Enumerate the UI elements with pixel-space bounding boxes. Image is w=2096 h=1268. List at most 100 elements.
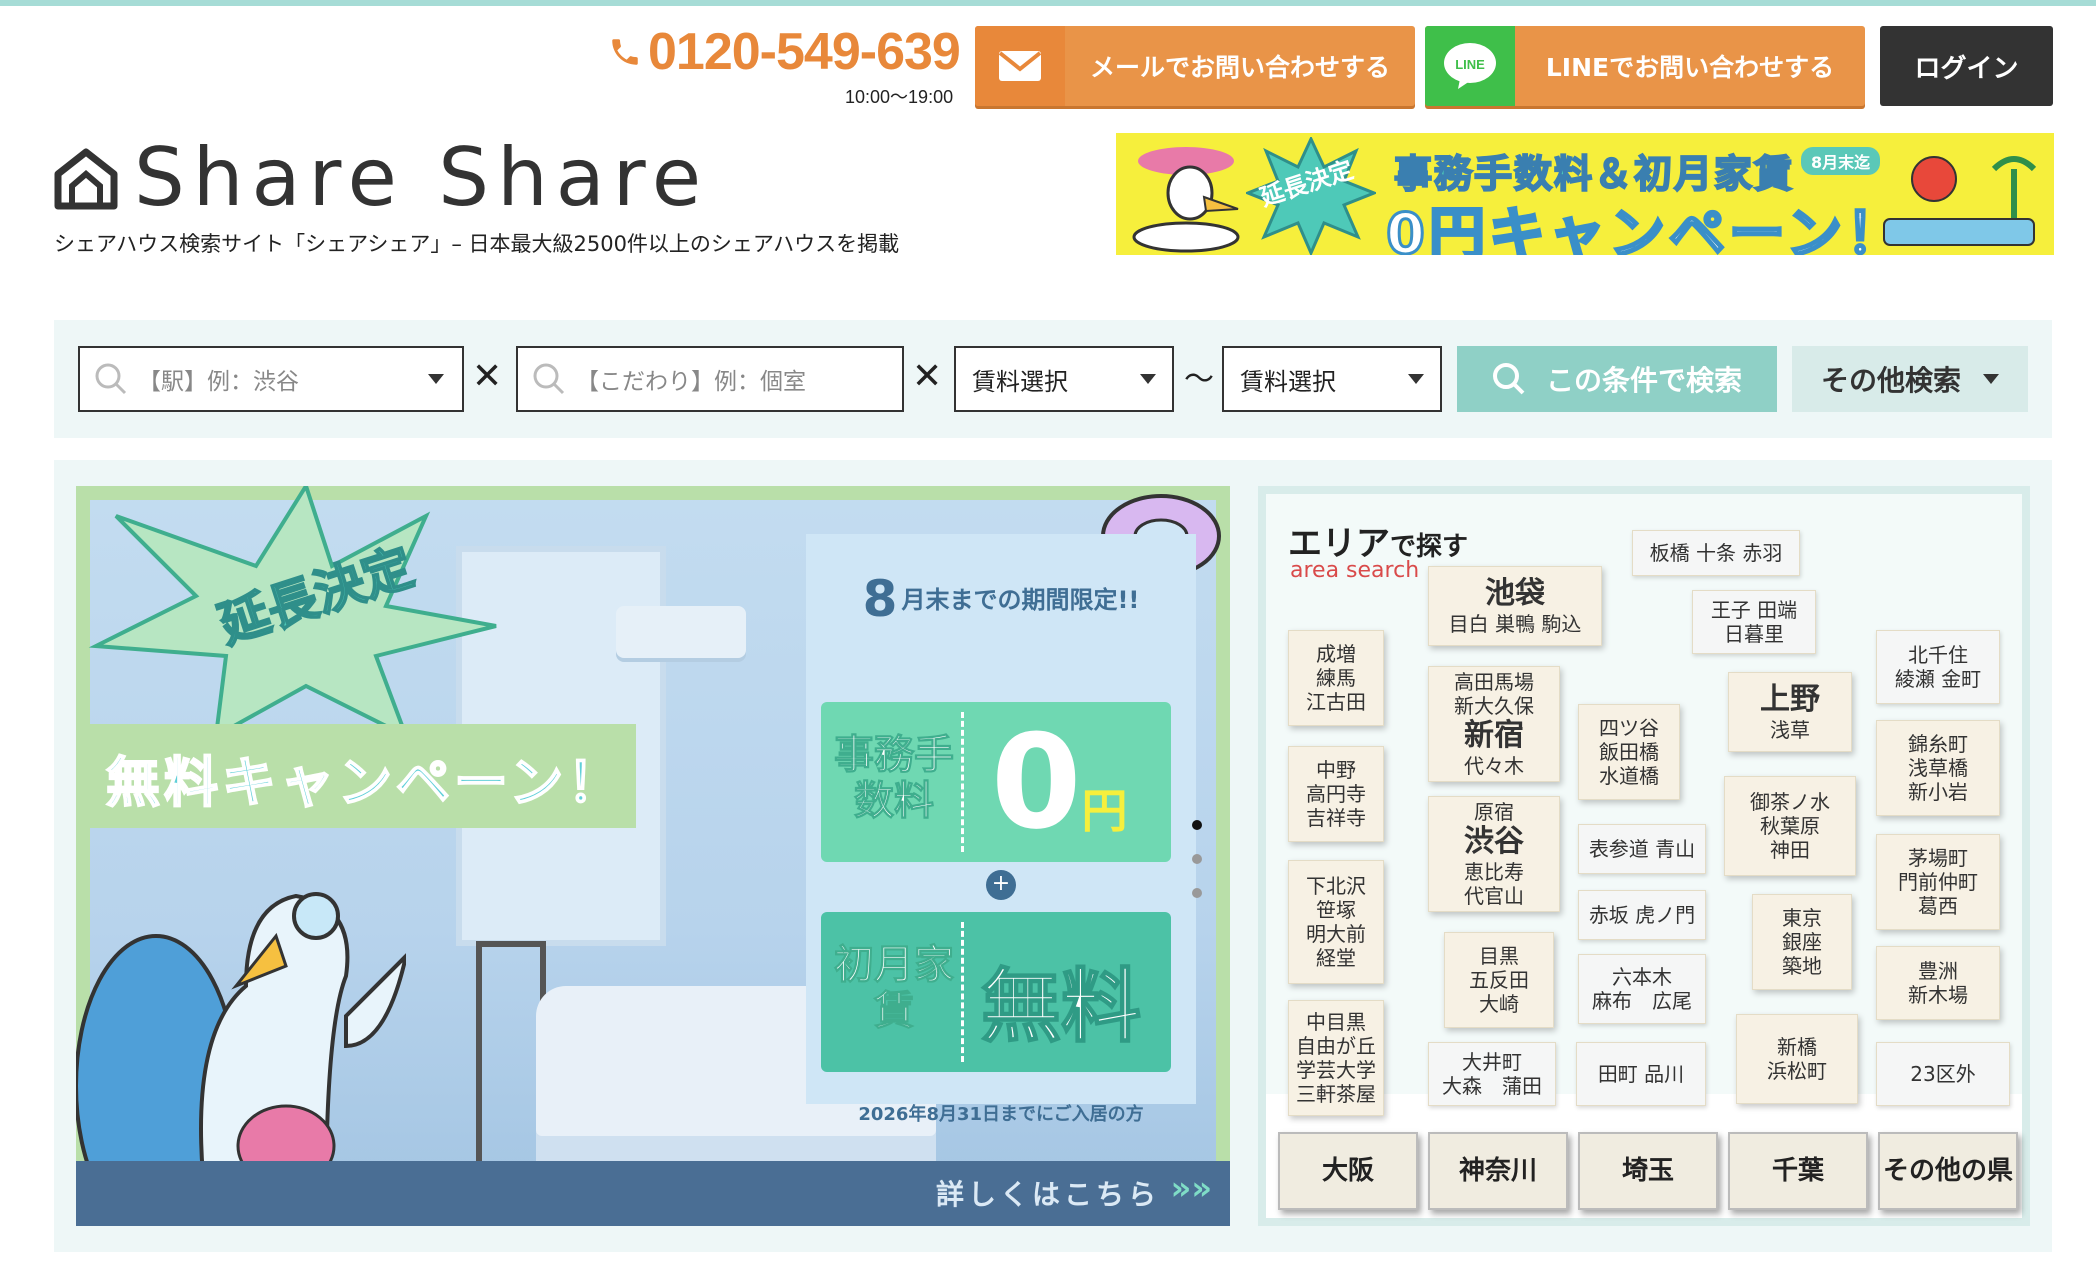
area-tile-akasaka[interactable]: 赤坂 虎ノ門 bbox=[1578, 890, 1706, 940]
area-tile-meguro[interactable]: 目黒 五反田 大崎 bbox=[1444, 932, 1554, 1028]
move-in-deadline-note: 2026年8月31日までにご入居の方 bbox=[858, 1104, 1144, 1125]
kodawari-search-field[interactable]: 【こだわり】例：個室 bbox=[516, 346, 904, 412]
house-logo-icon bbox=[54, 148, 118, 210]
area-tile-sub: 中目黒 自由が丘 学芸大学 三軒茶屋 bbox=[1296, 1010, 1376, 1106]
area-tile-kitasenju[interactable]: 北千住 綾瀬 金町 bbox=[1876, 630, 2000, 704]
pref-button-other[interactable]: その他の県 bbox=[1878, 1132, 2018, 1210]
area-search-subtitle: area search bbox=[1290, 558, 1420, 583]
admin-fee-value: 0円 bbox=[991, 712, 1127, 881]
area-tile-toyosu[interactable]: 豊洲 新木場 bbox=[1876, 946, 2000, 1020]
area-tile-kinshicho[interactable]: 錦糸町 浅草橋 新小岩 bbox=[1876, 720, 2000, 816]
site-logo[interactable]: Share Share bbox=[52, 138, 709, 218]
area-tile-roppongi[interactable]: 六本木 麻布 広尾 bbox=[1578, 954, 1706, 1024]
area-tile-sub: 四ツ谷 飯田橋 水道橋 bbox=[1599, 716, 1659, 788]
carousel-dot[interactable] bbox=[1192, 854, 1202, 864]
triple-chevron-right-icon: »» bbox=[1170, 1169, 1212, 1207]
area-tile-shimokitazawa[interactable]: 下北沢 笹塚 明大前 経堂 bbox=[1288, 860, 1384, 984]
carousel-dot-active[interactable] bbox=[1192, 820, 1202, 830]
chevron-down-icon bbox=[428, 374, 444, 384]
phone-number[interactable]: 0120-549-639 bbox=[608, 22, 961, 82]
area-tile-oji[interactable]: 王子 田端 日暮里 bbox=[1692, 590, 1816, 654]
area-tile-sub: 茅場町 門前仲町 葛西 bbox=[1898, 846, 1978, 918]
area-tile-sub: 北千住 綾瀬 金町 bbox=[1894, 643, 1982, 691]
area-tile-oimachi[interactable]: 大井町 大森 蒲田 bbox=[1428, 1042, 1556, 1106]
area-tile-sub: 新橋 浜松町 bbox=[1767, 1035, 1827, 1083]
campaign-slide[interactable]: 延長決定 無料キャンペーン！ 8月末までの期間限定!! 事務手数料 0円 + bbox=[76, 486, 1230, 1226]
admin-fee-ticket: 事務手数料 0円 bbox=[821, 702, 1171, 862]
line-icon: LINE bbox=[1425, 26, 1515, 106]
top-accent-line bbox=[0, 0, 2096, 6]
area-tile-kayabacho[interactable]: 茅場町 門前仲町 葛西 bbox=[1876, 834, 2000, 930]
pref-button-saitama[interactable]: 埼玉 bbox=[1578, 1132, 1718, 1210]
area-tile-sub: 田町 品川 bbox=[1597, 1062, 1685, 1086]
kodawari-search-placeholder: 【こだわり】例：個室 bbox=[576, 369, 806, 395]
area-tile-main: 新宿 bbox=[1464, 718, 1524, 753]
area-tile-sub: 赤坂 虎ノ門 bbox=[1588, 903, 1696, 927]
ticket-divider bbox=[961, 712, 964, 852]
rent-min-value: 賃料選択 bbox=[972, 367, 1068, 396]
campaign-banner[interactable]: 延長決定 事務手数料＆初月家賃 8月末迄 0円キャンペーン！ bbox=[1116, 133, 2054, 255]
area-tile-sub: 浅草 bbox=[1770, 718, 1810, 742]
area-tile-tokyo[interactable]: 東京 銀座 築地 bbox=[1752, 894, 1852, 990]
rent-max-value: 賃料選択 bbox=[1240, 367, 1336, 396]
area-tile-sub: 代々木 bbox=[1464, 754, 1524, 778]
pref-button-osaka[interactable]: 大阪 bbox=[1278, 1132, 1418, 1210]
search-submit-label: この条件で検索 bbox=[1545, 364, 1742, 397]
phone-text: 0120-549-639 bbox=[648, 23, 961, 81]
promo-deadline-badge: 8月末迄 bbox=[1801, 147, 1881, 175]
area-tile-ikebukuro[interactable]: 池袋 目白 巣鴨 駒込 bbox=[1428, 566, 1602, 646]
carousel-dot[interactable] bbox=[1192, 888, 1202, 898]
station-search-field[interactable]: 【駅】例：渋谷 bbox=[78, 346, 464, 412]
area-tile-ochanomizu[interactable]: 御茶ノ水 秋葉原 神田 bbox=[1724, 776, 1856, 876]
admin-fee-label: 事務手数料 bbox=[834, 732, 955, 825]
search-bar: 【駅】例：渋谷 ✕ 【こだわり】例：個室 ✕ 賃料選択 〜 賃料選択 この条件で… bbox=[54, 320, 2052, 438]
chevron-down-icon bbox=[1140, 374, 1156, 384]
area-tile-shinjuku[interactable]: 高田馬場 新大久保 新宿 代々木 bbox=[1428, 666, 1560, 782]
area-tile-sub: 東京 銀座 築地 bbox=[1782, 906, 1822, 978]
area-tile-itabashi[interactable]: 板橋 十条 赤羽 bbox=[1632, 530, 1800, 576]
area-search-map: エリアで探す area search 池袋 目白 巣鴨 駒込 板橋 十条 赤羽 王… bbox=[1258, 486, 2030, 1226]
rent-min-select[interactable]: 賃料選択 bbox=[954, 346, 1174, 412]
rent-max-select[interactable]: 賃料選択 bbox=[1222, 346, 1442, 412]
area-tile-sub: 恵比寿 代官山 bbox=[1464, 860, 1524, 908]
mail-contact-button[interactable]: メールでお問い合わせする bbox=[975, 26, 1415, 106]
range-tilde: 〜 bbox=[1184, 362, 1214, 397]
area-tile-sub: 23区外 bbox=[1910, 1062, 1976, 1086]
details-link-text: 詳しくはこちら bbox=[935, 1178, 1160, 1211]
search-submit-button[interactable]: この条件で検索 bbox=[1457, 346, 1777, 412]
first-rent-ticket: 初月家賃 無料 bbox=[821, 912, 1171, 1072]
admin-fee-unit: 円 bbox=[1081, 784, 1128, 838]
carousel-indicators bbox=[1192, 820, 1202, 922]
chevron-down-icon bbox=[1983, 374, 1999, 384]
area-tile-shinbashi[interactable]: 新橋 浜松町 bbox=[1736, 1014, 1858, 1104]
line-contact-button[interactable]: LINE LINEでお問い合わせする bbox=[1425, 26, 1865, 106]
area-tile-narimasu[interactable]: 成増 練馬 江古田 bbox=[1288, 630, 1384, 726]
area-tile-ueno[interactable]: 上野 浅草 bbox=[1728, 672, 1852, 752]
mail-contact-label: メールでお問い合わせする bbox=[1089, 53, 1390, 82]
pref-button-chiba[interactable]: 千葉 bbox=[1728, 1132, 1868, 1210]
other-search-button[interactable]: その他検索 bbox=[1792, 346, 2028, 412]
login-button[interactable]: ログイン bbox=[1880, 26, 2053, 106]
first-rent-value: 無料 bbox=[980, 959, 1142, 1054]
area-tile-sub: 下北沢 笹塚 明大前 経堂 bbox=[1306, 874, 1366, 970]
area-tile-yotsuya[interactable]: 四ツ谷 飯田橋 水道橋 bbox=[1578, 704, 1680, 800]
search-icon bbox=[95, 363, 127, 395]
area-tile-main: 上野 bbox=[1760, 682, 1820, 717]
beach-decoration-icon bbox=[1883, 156, 2037, 246]
area-tile-outside-23wards[interactable]: 23区外 bbox=[1876, 1042, 2010, 1106]
pref-button-kanagawa[interactable]: 神奈川 bbox=[1428, 1132, 1568, 1210]
area-tile-sub: 目白 巣鴨 駒込 bbox=[1448, 612, 1582, 636]
station-search-placeholder: 【駅】例：渋谷 bbox=[138, 369, 299, 395]
area-tile-nakameguro[interactable]: 中目黒 自由が丘 学芸大学 三軒茶屋 bbox=[1288, 1000, 1384, 1116]
area-tile-nakano[interactable]: 中野 高円寺 吉祥寺 bbox=[1288, 746, 1384, 842]
area-tile-tamachi[interactable]: 田町 品川 bbox=[1576, 1042, 1706, 1106]
extension-burst-icon: 延長決定 bbox=[1246, 137, 1376, 255]
area-tile-shibuya[interactable]: 原宿 渋谷 恵比寿 代官山 bbox=[1428, 796, 1560, 912]
area-tile-sub: 王子 田端 日暮里 bbox=[1710, 598, 1798, 646]
details-link-bar[interactable]: 詳しくはこちら »» bbox=[76, 1161, 1230, 1226]
area-tile-main: 渋谷 bbox=[1464, 824, 1524, 859]
chevron-down-icon bbox=[1408, 374, 1424, 384]
area-tile-omotesando[interactable]: 表参道 青山 bbox=[1578, 824, 1706, 874]
area-tile-sub: 六本木 麻布 広尾 bbox=[1592, 965, 1692, 1013]
line-icon-text: LINE bbox=[1455, 57, 1485, 72]
